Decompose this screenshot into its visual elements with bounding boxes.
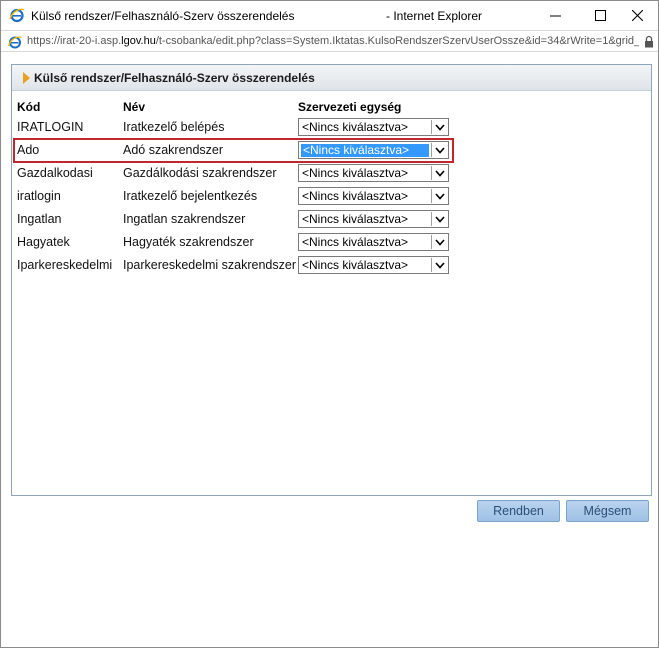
dropdown-button[interactable] — [431, 166, 447, 180]
chevron-down-icon — [434, 192, 445, 200]
unit-select[interactable]: <Nincs kiválasztva> — [298, 210, 449, 228]
row-code: Iparkereskedelmi — [17, 258, 113, 272]
unit-select-value: <Nincs kiválasztva> — [302, 120, 409, 134]
column-header-unit: Szervezeti egység — [298, 100, 402, 114]
row-code: iratlogin — [17, 189, 61, 203]
close-icon — [631, 10, 643, 21]
cancel-button[interactable]: Mégsem — [566, 500, 649, 522]
url-prefix: https://irat-20-i.asp. — [27, 35, 122, 47]
browser-window: Külső rendszer/Felhasználó-Szerv összere… — [0, 0, 659, 648]
table-row: IRATLOGIN Iratkezelő belépés <Nincs kivá… — [16, 116, 648, 139]
unit-select-value: <Nincs kiválasztva> — [302, 235, 409, 249]
app-name: - Internet Explorer — [386, 9, 483, 23]
minimize-button[interactable] — [532, 1, 578, 30]
row-code: Ingatlan — [17, 212, 62, 226]
dropdown-button[interactable] — [431, 143, 447, 157]
unit-select-value: <Nincs kiválasztva> — [302, 212, 409, 226]
ie-icon — [9, 8, 25, 23]
table-row: Gazdalkodasi Gazdálkodási szakrendszer <… — [16, 162, 648, 185]
column-header-name: Név — [123, 100, 146, 114]
url-domain: lgov.hu — [121, 35, 156, 47]
row-name: Iparkereskedelmi szakrendszer — [123, 258, 296, 272]
row-name: Gazdálkodási szakrendszer — [123, 166, 277, 180]
url-text[interactable]: https://irat-20-i.asp.lgov.hu/t-csobanka… — [27, 35, 639, 47]
unit-select-value: <Nincs kiválasztva> — [302, 166, 409, 180]
ok-button[interactable]: Rendben — [477, 500, 560, 522]
unit-select[interactable]: <Nincs kiválasztva> — [298, 187, 449, 205]
table-row: iratlogin Iratkezelő bejelentkezés <Ninc… — [16, 185, 648, 208]
table-row: Iparkereskedelmi Iparkereskedelmi szakre… — [16, 254, 648, 277]
column-header-code: Kód — [17, 100, 41, 114]
row-name: Iratkezelő belépés — [123, 120, 225, 134]
triangle-arrow-icon — [23, 72, 30, 84]
row-code: IRATLOGIN — [17, 120, 84, 134]
chevron-down-icon — [434, 169, 445, 177]
row-code: Hagyatek — [17, 235, 70, 249]
page-icon — [7, 36, 22, 49]
dropdown-button[interactable] — [431, 120, 447, 134]
title-bar: Külső rendszer/Felhasználó-Szerv összere… — [1, 1, 658, 30]
dropdown-button[interactable] — [431, 212, 447, 226]
table-row: Hagyatek Hagyaték szakrendszer <Nincs ki… — [16, 231, 648, 254]
unit-select-value: <Nincs kiválasztva> — [302, 189, 409, 203]
table-row: Ingatlan Ingatlan szakrendszer <Nincs ki… — [16, 208, 648, 231]
row-name: Ingatlan szakrendszer — [123, 212, 246, 226]
dropdown-button[interactable] — [431, 258, 447, 272]
lock-icon — [645, 35, 653, 48]
table-row-selected: Ado Adó szakrendszer <Nincs kiválasztva> — [13, 138, 648, 163]
row-code: Gazdalkodasi — [17, 166, 93, 180]
chevron-down-icon — [434, 261, 445, 269]
dropdown-button[interactable] — [431, 189, 447, 203]
window-title: Külső rendszer/Felhasználó-Szerv összere… — [31, 9, 295, 23]
chevron-down-icon — [434, 146, 445, 154]
unit-select[interactable]: <Nincs kiválasztva> — [298, 141, 449, 159]
row-name: Adó szakrendszer — [123, 143, 224, 157]
chevron-down-icon — [434, 215, 445, 223]
row-code: Ado — [17, 143, 40, 157]
maximize-icon — [594, 10, 606, 21]
unit-select-value: <Nincs kiválasztva> — [302, 258, 409, 272]
chevron-down-icon — [434, 238, 445, 246]
chevron-down-icon — [434, 123, 445, 131]
panel-title: Külső rendszer/Felhasználó-Szerv összere… — [34, 71, 315, 85]
panel-header: Külső rendszer/Felhasználó-Szerv összere… — [12, 65, 651, 91]
row-name: Iratkezelő bejelentkezés — [123, 189, 258, 203]
dropdown-button[interactable] — [431, 235, 447, 249]
unit-select[interactable]: <Nincs kiválasztva> — [298, 233, 449, 251]
unit-select[interactable]: <Nincs kiválasztva> — [298, 256, 449, 274]
row-name: Hagyaték szakrendszer — [123, 235, 254, 249]
url-rest: /t-csobanka/edit.php?class=System.Iktata… — [155, 35, 639, 47]
unit-select[interactable]: <Nincs kiválasztva> — [298, 164, 449, 182]
unit-select-value: <Nincs kiválasztva> — [301, 144, 429, 157]
dialog-panel: Külső rendszer/Felhasználó-Szerv összere… — [11, 64, 652, 496]
close-button[interactable] — [614, 1, 659, 30]
unit-select[interactable]: <Nincs kiválasztva> — [298, 118, 449, 136]
address-bar[interactable]: https://irat-20-i.asp.lgov.hu/t-csobanka… — [1, 30, 658, 52]
minimize-icon — [549, 15, 561, 17]
